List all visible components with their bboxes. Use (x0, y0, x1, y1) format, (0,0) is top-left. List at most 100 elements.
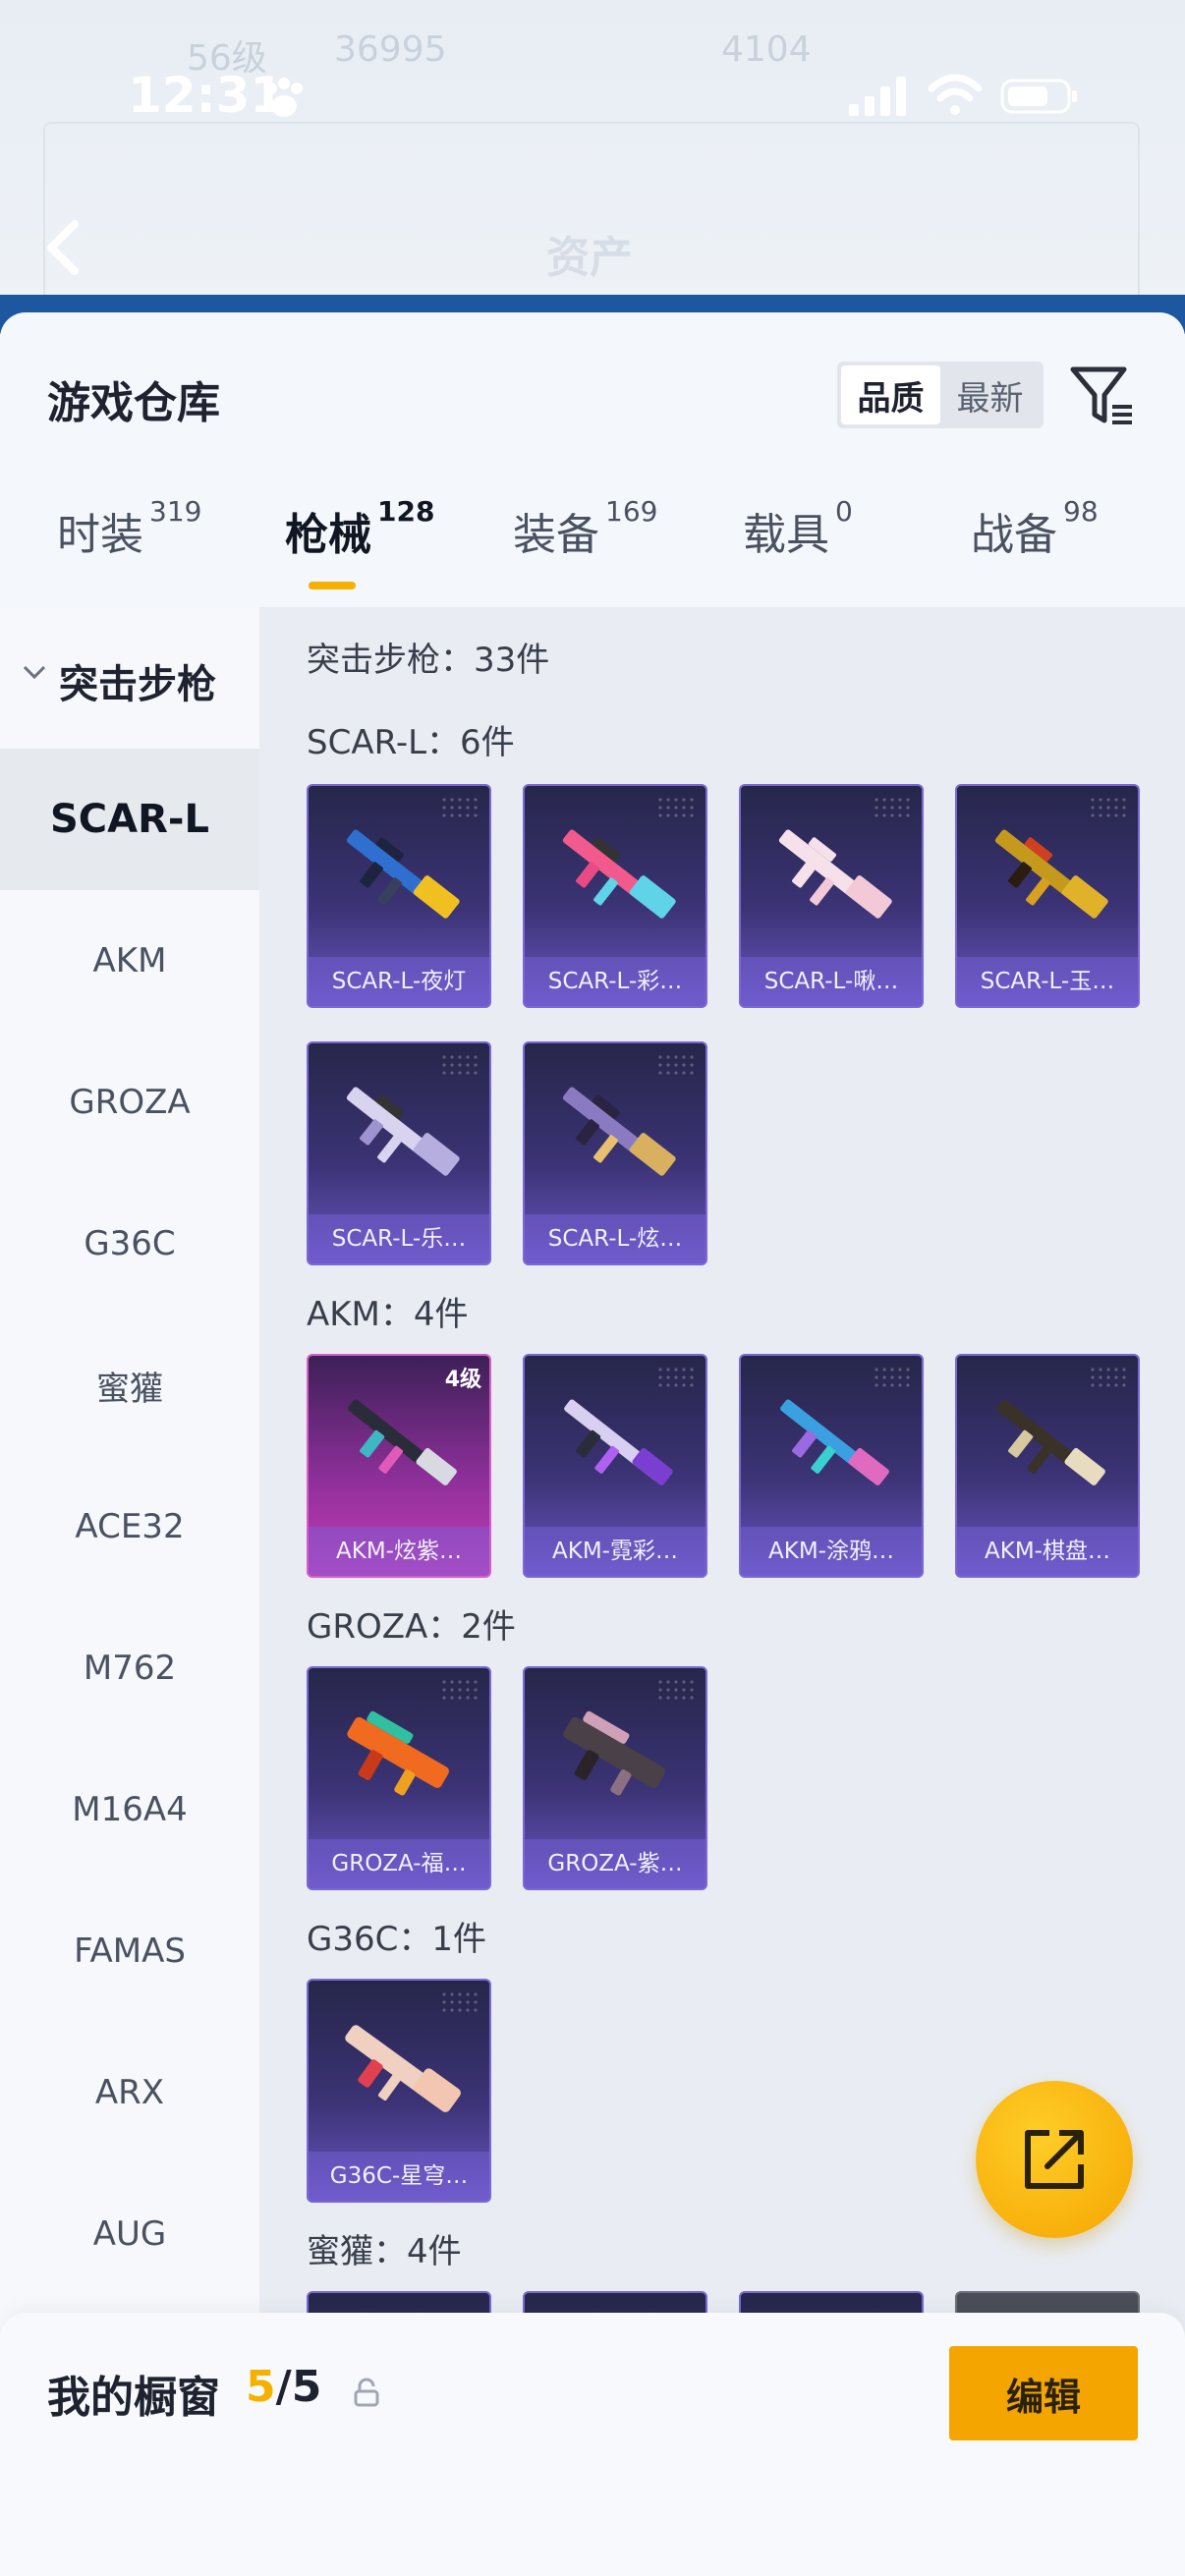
weapon-card[interactable]: SCAR-L-啾… (739, 784, 924, 1008)
section-label-scar-l: SCAR-L：6件 (307, 723, 515, 762)
rifle-icon (348, 1399, 457, 1485)
tab-count: 0 (835, 495, 853, 528)
nav-group-assault-rifles[interactable]: 突击步枪 (0, 607, 259, 749)
rifle-icon (996, 1399, 1105, 1485)
rifle-icon (780, 1399, 889, 1485)
weapon-card[interactable]: SCAR-L-乐… (307, 1041, 491, 1265)
lock-icon (354, 2378, 379, 2407)
nav-item-m762[interactable]: M762 (0, 1597, 259, 1739)
sheet-title: 游戏仓库 (47, 378, 220, 428)
weapon-card[interactable]: 4级 AKM-炫紫… (307, 1354, 491, 1578)
nav-group-label: 突击步枪 (59, 662, 216, 707)
tab-count: 169 (605, 495, 658, 528)
weapon-card[interactable]: SCAR-L-夜灯 (307, 784, 491, 1008)
nav-item-g36c[interactable]: G36C (0, 1173, 259, 1315)
sort-toggle: 品质 最新 (837, 362, 1044, 428)
weapon-grid: 突击步枪：33件 SCAR-L：6件 SCAR-L-夜灯 SCAR-L-彩… S… (259, 607, 1185, 2576)
weapon-name: GROZA-紫… (525, 1839, 705, 1888)
weapon-card[interactable]: SCAR-L-玉… (955, 784, 1140, 1008)
rifle-icon (563, 1710, 665, 1796)
tab-vehicles[interactable]: 载具 0 (743, 495, 853, 562)
back-icon[interactable] (39, 218, 88, 277)
weapon-type-nav: 突击步枪 SCAR-L AKM GROZA G36C 蜜獾 ACE32 M762… (0, 607, 259, 2576)
background-header: 56级 36995 4104 资产 (0, 0, 1185, 324)
faded-score: 36995 (334, 29, 447, 70)
rifle-icon (345, 2025, 461, 2112)
weapon-name: AKM-炫紫… (309, 1527, 489, 1576)
section-label-akm: AKM：4件 (307, 1295, 469, 1334)
weapon-name: SCAR-L-彩… (525, 957, 705, 1006)
weapon-name: AKM-棋盘… (957, 1527, 1138, 1576)
weapon-name: SCAR-L-乐… (309, 1214, 489, 1263)
page-title: 资产 (546, 233, 633, 283)
tab-label: 枪械 (285, 510, 371, 560)
rifle-icon (564, 1399, 673, 1485)
faded-right-value: 4104 (721, 29, 812, 70)
nav-item-famas[interactable]: FAMAS (0, 1880, 259, 2022)
nav-item-aug[interactable]: AUG (0, 2163, 259, 2305)
rifle-icon (346, 1087, 460, 1176)
tab-firearms[interactable]: 枪械 128 (285, 495, 434, 562)
showcase-label: 我的橱窗 (47, 2373, 220, 2423)
weapon-name: SCAR-L-夜灯 (309, 957, 489, 1006)
category-summary: 突击步枪：33件 (307, 641, 550, 680)
showcase-count: 5/5 (246, 2362, 321, 2412)
showcase-bar: 我的橱窗 5/5 编辑 (0, 2313, 1185, 2576)
nav-item-groza[interactable]: GROZA (0, 1032, 259, 1173)
filter-icon[interactable] (1069, 364, 1138, 428)
weapon-card[interactable]: AKM-涂鸦… (739, 1354, 924, 1578)
tab-count: 98 (1063, 495, 1099, 528)
rifle-icon (346, 829, 460, 919)
weapon-name: SCAR-L-炫… (525, 1214, 705, 1263)
nav-item-honey-badger[interactable]: 蜜獾 (0, 1315, 259, 1456)
showcase-current: 5 (246, 2362, 276, 2412)
weapon-card[interactable]: GROZA-紫… (523, 1666, 707, 1890)
weapon-card[interactable]: AKM-霓彩… (523, 1354, 707, 1578)
weapon-card[interactable]: AKM-棋盘… (955, 1354, 1140, 1578)
weapon-card[interactable]: GROZA-福… (307, 1666, 491, 1890)
weapon-name: SCAR-L-啾… (741, 957, 922, 1006)
chevron-down-icon (23, 665, 46, 680)
weapon-name: GROZA-福… (309, 1839, 489, 1888)
battery-icon (1000, 79, 1077, 114)
edit-button[interactable]: 编辑 (949, 2346, 1138, 2440)
tab-label: 载具 (743, 510, 829, 560)
tab-count: 128 (377, 495, 435, 528)
share-button[interactable] (976, 2081, 1133, 2238)
weapon-card[interactable]: G36C-星穹… (307, 1979, 491, 2203)
wifi-icon (928, 74, 983, 115)
rifle-icon (778, 829, 892, 919)
weapon-name: AKM-涂鸦… (741, 1527, 922, 1576)
sort-option-latest[interactable]: 最新 (940, 365, 1040, 424)
nav-item-akm[interactable]: AKM (0, 890, 259, 1032)
tab-label: 时装 (57, 510, 143, 560)
weapon-name: G36C-星穹… (309, 2152, 489, 2201)
weapon-name: AKM-霓彩… (525, 1527, 705, 1576)
sort-option-quality[interactable]: 品质 (841, 365, 940, 424)
nav-item-ace32[interactable]: ACE32 (0, 1456, 259, 1597)
active-tab-indicator (309, 582, 356, 589)
category-tabs: 时装 319 枪械 128 装备 169 载具 0 战备 98 (0, 495, 1185, 607)
weapon-card[interactable]: SCAR-L-彩… (523, 784, 707, 1008)
tab-count: 319 (149, 495, 202, 528)
nav-item-arx[interactable]: ARX (0, 2022, 259, 2163)
weapon-name: SCAR-L-玉… (957, 957, 1138, 1006)
rifle-icon (347, 1710, 449, 1796)
section-label-groza: GROZA：2件 (307, 1607, 516, 1647)
rifle-icon (994, 829, 1108, 919)
tab-fashion[interactable]: 时装 319 (57, 495, 201, 562)
paw-icon (265, 78, 303, 117)
share-icon (1025, 2130, 1084, 2189)
signal-icon (849, 77, 906, 116)
nav-item-m16a4[interactable]: M16A4 (0, 1739, 259, 1880)
tab-label: 战备 (971, 510, 1057, 560)
nav-item-scar-l[interactable]: SCAR-L (0, 749, 259, 890)
showcase-total: /5 (275, 2362, 322, 2412)
tab-equipment[interactable]: 装备 169 (513, 495, 657, 562)
weapon-card[interactable]: SCAR-L-炫… (523, 1041, 707, 1265)
tab-supplies[interactable]: 战备 98 (971, 495, 1099, 562)
rifle-icon (562, 829, 676, 919)
warehouse-sheet: 游戏仓库 品质 最新 时装 319 枪械 128 装备 169 载具 0 战备 98 (0, 312, 1185, 2576)
tab-label: 装备 (513, 510, 599, 560)
section-label-honey-badger: 蜜獾：4件 (307, 2232, 462, 2271)
